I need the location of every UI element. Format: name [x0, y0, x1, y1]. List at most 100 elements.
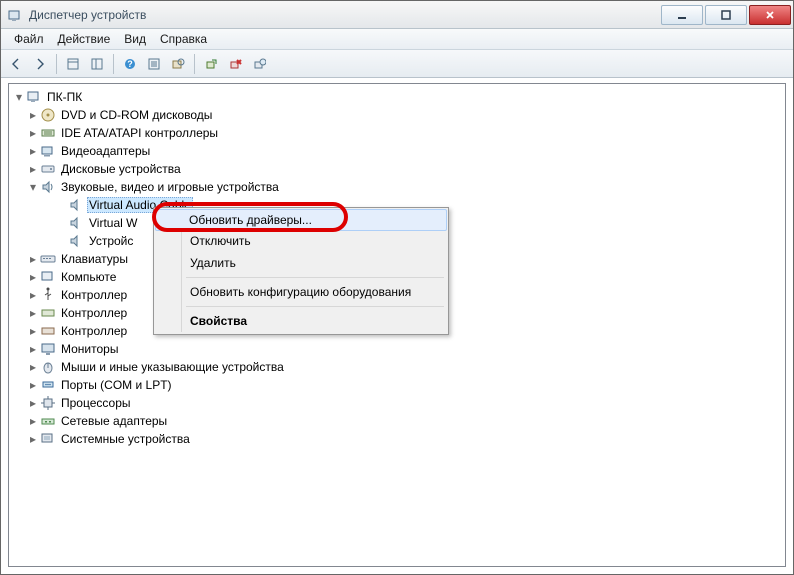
chevron-right-icon[interactable]: ▸ [27, 109, 39, 121]
sound-device-icon [68, 233, 84, 249]
monitor-icon [40, 341, 56, 357]
chevron-right-icon[interactable]: ▸ [27, 379, 39, 391]
context-separator [186, 306, 444, 307]
help-icon[interactable]: ? [119, 53, 141, 75]
menu-view[interactable]: Вид [117, 30, 153, 48]
sound-icon [40, 179, 56, 195]
tree-label: Клавиатуры [59, 251, 130, 267]
toolbar-separator [113, 54, 114, 74]
tree-label: IDE ATA/ATAPI контроллеры [59, 125, 220, 141]
chevron-right-icon[interactable]: ▸ [27, 271, 39, 283]
enable-icon[interactable] [200, 53, 222, 75]
svg-text:?: ? [127, 59, 133, 69]
sound-device-icon [68, 215, 84, 231]
disable-icon[interactable] [224, 53, 246, 75]
tree-row[interactable]: ▾ Звуковые, видео и игровые устройства [11, 178, 783, 196]
context-properties[interactable]: Свойства [156, 310, 446, 332]
tree-label: Мыши и иные указывающие устройства [59, 359, 286, 375]
tree-root[interactable]: ▾ ПК-ПК [11, 88, 783, 106]
port-icon [40, 377, 56, 393]
minimize-button[interactable] [661, 5, 703, 25]
cpu-icon [40, 395, 56, 411]
tree-label: Системные устройства [59, 431, 192, 447]
expand-collapse-icon[interactable]: ▾ [13, 91, 25, 103]
tree-label: Мониторы [59, 341, 120, 357]
tree-label: Контроллер [59, 287, 129, 303]
tree-row[interactable]: ▸DVD и CD-ROM дисководы [11, 106, 783, 124]
tree-label: Видеоадаптеры [59, 143, 152, 159]
disc-icon [40, 107, 56, 123]
chevron-right-icon[interactable]: ▸ [27, 145, 39, 157]
network-icon [40, 413, 56, 429]
window-title: Диспетчер устройств [29, 8, 659, 22]
tree-label: Компьюте [59, 269, 118, 285]
uninstall-icon[interactable] [248, 53, 270, 75]
view-icon-2[interactable] [86, 53, 108, 75]
back-button[interactable] [5, 53, 27, 75]
chevron-right-icon[interactable]: ▸ [27, 361, 39, 373]
chevron-right-icon[interactable]: ▸ [27, 289, 39, 301]
tree-label: Звуковые, видео и игровые устройства [59, 179, 281, 195]
chevron-right-icon[interactable]: ▸ [27, 163, 39, 175]
tree-label: Контроллер [59, 323, 129, 339]
toolbar-separator [194, 54, 195, 74]
disk-icon [40, 161, 56, 177]
maximize-button[interactable] [705, 5, 747, 25]
mouse-icon [40, 359, 56, 375]
chevron-right-icon[interactable]: ▸ [27, 253, 39, 265]
tree-label: Процессоры [59, 395, 133, 411]
titlebar: Диспетчер устройств [1, 1, 793, 29]
system-icon [40, 431, 56, 447]
menu-action[interactable]: Действие [51, 30, 118, 48]
tree-label: Сетевые адаптеры [59, 413, 169, 429]
tree-label: ПК-ПК [45, 89, 84, 105]
context-item-label: Обновить драйверы... [189, 213, 312, 227]
tree-label: Порты (COM и LPT) [59, 377, 174, 393]
context-update-drivers[interactable]: Обновить драйверы... [155, 209, 447, 231]
chevron-right-icon[interactable]: ▸ [27, 433, 39, 445]
computer-icon [26, 89, 42, 105]
tree-row[interactable]: ▸ Мониторы [11, 340, 783, 358]
chevron-right-icon[interactable]: ▸ [27, 127, 39, 139]
context-item-label: Обновить конфигурацию оборудования [190, 285, 411, 299]
toolbar-separator [56, 54, 57, 74]
tree-row[interactable]: ▸ Порты (COM и LPT) [11, 376, 783, 394]
forward-button[interactable] [29, 53, 51, 75]
tree-row[interactable]: ▸ IDE ATA/ATAPI контроллеры [11, 124, 783, 142]
chevron-right-icon[interactable]: ▸ [27, 307, 39, 319]
controller-icon [40, 305, 56, 321]
chevron-down-icon[interactable]: ▾ [27, 181, 39, 193]
context-item-label: Удалить [190, 256, 236, 270]
tree-row[interactable]: ▸ Процессоры [11, 394, 783, 412]
usb-icon [40, 287, 56, 303]
view-icon-1[interactable] [62, 53, 84, 75]
chevron-right-icon[interactable]: ▸ [27, 397, 39, 409]
tree-row[interactable]: ▸ Видеоадаптеры [11, 142, 783, 160]
tree-row[interactable]: ▸ Мыши и иные указывающие устройства [11, 358, 783, 376]
chevron-right-icon[interactable]: ▸ [27, 343, 39, 355]
menubar: Файл Действие Вид Справка [1, 29, 793, 50]
context-item-label: Отключить [190, 234, 251, 248]
scan-icon[interactable] [167, 53, 189, 75]
menu-file[interactable]: Файл [7, 30, 51, 48]
toolbar: ? [1, 50, 793, 78]
properties-icon[interactable] [143, 53, 165, 75]
sound-device-icon [68, 197, 84, 213]
window-controls [659, 5, 791, 25]
tree-row[interactable]: ▸ Сетевые адаптеры [11, 412, 783, 430]
context-delete[interactable]: Удалить [156, 252, 446, 274]
chevron-right-icon[interactable]: ▸ [27, 415, 39, 427]
computer-cat-icon [40, 269, 56, 285]
tree-label: Контроллер [59, 305, 129, 321]
menu-help[interactable]: Справка [153, 30, 214, 48]
keyboard-icon [40, 251, 56, 267]
tree-row[interactable]: ▸Дисковые устройства [11, 160, 783, 178]
chevron-right-icon[interactable]: ▸ [27, 325, 39, 337]
close-button[interactable] [749, 5, 791, 25]
ide-icon [40, 125, 56, 141]
tree-row[interactable]: ▸ Системные устройства [11, 430, 783, 448]
context-item-label: Свойства [190, 314, 247, 328]
context-refresh-hw[interactable]: Обновить конфигурацию оборудования [156, 281, 446, 303]
context-disable[interactable]: Отключить [156, 230, 446, 252]
app-icon [7, 7, 23, 23]
